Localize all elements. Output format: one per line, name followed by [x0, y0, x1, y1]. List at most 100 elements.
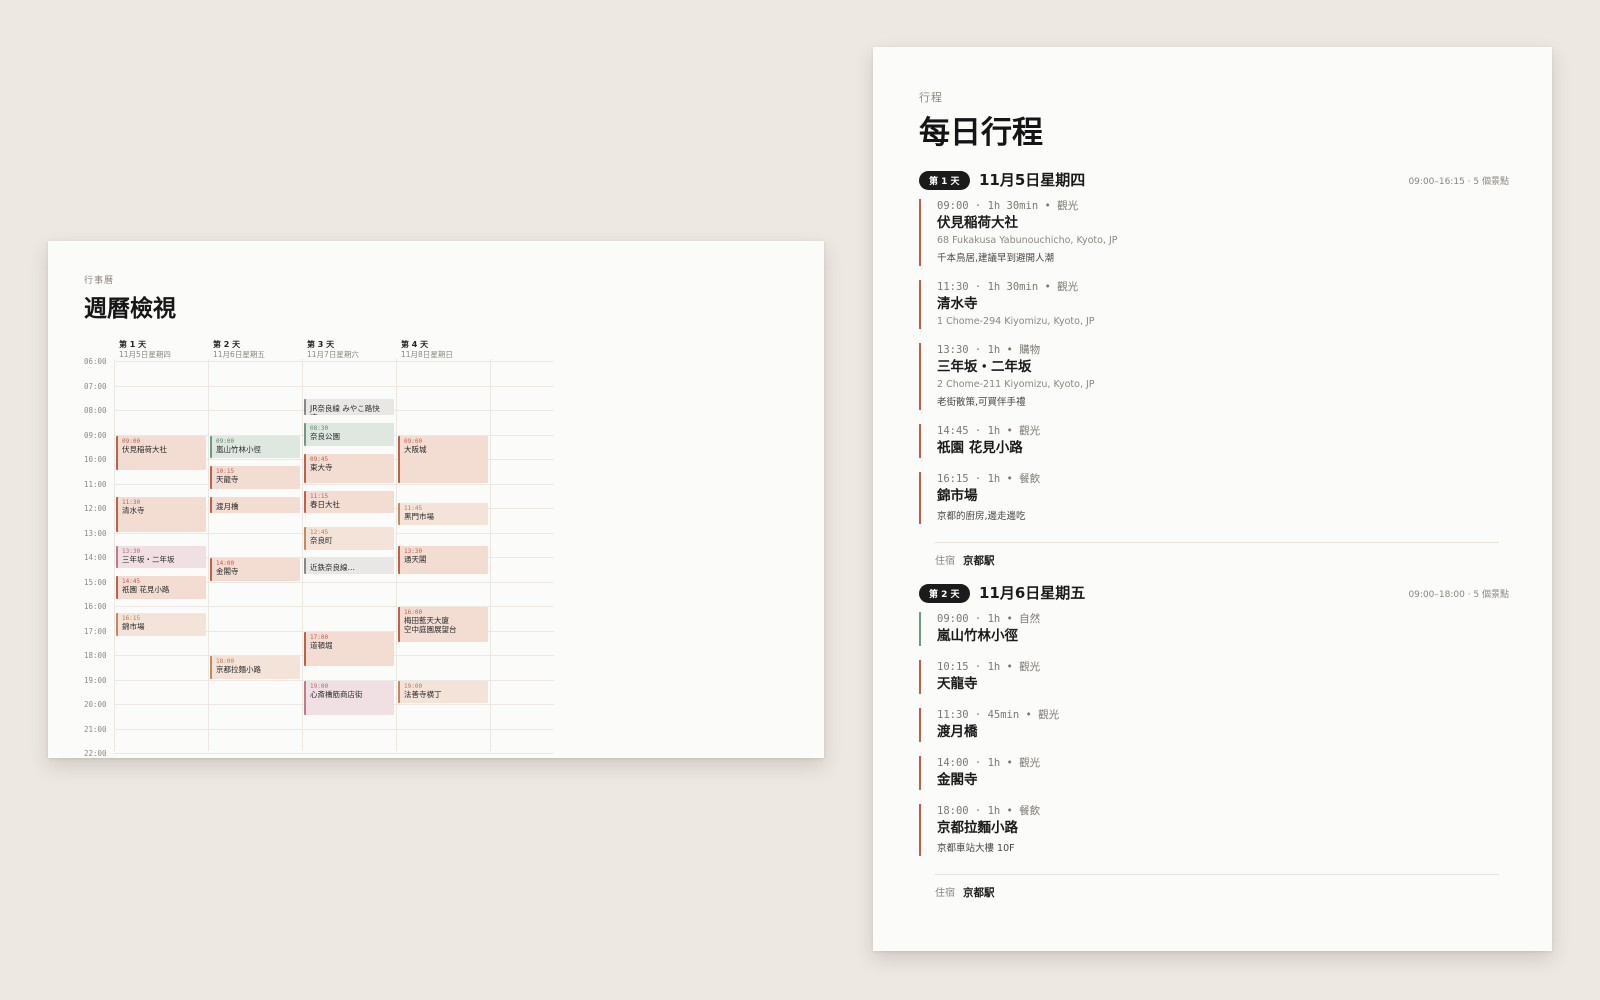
stop-name: 祇園 花見小路: [937, 440, 1023, 456]
event-name: 通天閣: [404, 554, 427, 564]
hour-label: 06:00: [84, 357, 107, 366]
event-name: 錦市場: [122, 622, 145, 632]
calendar-event[interactable]: 09:00 大阪城: [398, 435, 488, 483]
hour-label: 18:00: [84, 651, 107, 660]
calendar-event[interactable]: 16:15 錦市場: [116, 613, 206, 636]
stop-name: 錦市場: [937, 488, 978, 504]
calendar-event[interactable]: 14:00 金閣寺: [210, 558, 300, 581]
hour-label: 14:00: [84, 553, 107, 562]
calendar-event[interactable]: 10:15 天龍寺: [210, 466, 300, 489]
day-header-4[interactable]: 第 4 天 11月8日星期日: [397, 337, 491, 359]
calendar-event[interactable]: JR奈良線 みやこ路快速…: [304, 398, 394, 416]
stop-time-duration: 11:30 · 1h 30min • 觀光: [937, 281, 1079, 293]
itinerary-stop[interactable]: 11:30 · 45min • 觀光 渡月橋: [919, 708, 1499, 742]
stop-name: 清水寺: [937, 296, 978, 312]
calendar-event[interactable]: 19:00 法善寺横丁: [398, 680, 488, 703]
calendar-event[interactable]: 11:30 清水寺: [116, 496, 206, 532]
hour-label: 10:00: [84, 455, 107, 464]
daily-itinerary-card: 行程 每日行程 第 1 天 11月5日星期四 09:00–16:15 · 5 個景點…: [873, 47, 1552, 951]
event-time: 13:30: [122, 547, 141, 555]
event-time: 19:00: [310, 682, 329, 690]
itinerary-stop[interactable]: 09:00 · 1h 30min • 觀光 伏見稲荷大社 68 Fukakusa Y…: [919, 199, 1499, 266]
stop-address: 1 Chome-294 Kiyomizu, Kyoto, JP: [937, 316, 1095, 327]
day-header-2[interactable]: 第 2 天 11月6日星期五: [209, 337, 303, 359]
itinerary-stop[interactable]: 18:00 · 1h • 餐飲 京都拉麵小路 京都車站大樓 10F: [919, 804, 1499, 856]
event-time: 16:00: [404, 609, 423, 616]
accommodation-label: 住宿: [935, 556, 955, 567]
hour-label: 08:00: [84, 406, 107, 415]
itinerary-stop[interactable]: 14:45 · 1h • 觀光 祇園 花見小路: [919, 424, 1499, 458]
day-header-3[interactable]: 第 3 天 11月7日星期六: [303, 337, 397, 359]
event-time: 09:00: [216, 437, 235, 445]
day-header-date: 11月7日星期六: [307, 350, 359, 359]
stop-name: 渡月橋: [937, 724, 978, 740]
itinerary-stop[interactable]: 10:15 · 1h • 觀光 天龍寺: [919, 660, 1499, 694]
stop-time-duration: 09:00 · 1h 30min • 觀光: [937, 200, 1079, 212]
itinerary-stop[interactable]: 11:30 · 1h 30min • 觀光清水寺 1 Chome-294 Kiyo…: [919, 280, 1499, 329]
calendar-event[interactable]: 11:15 春日大社: [304, 490, 394, 514]
hour-label: 19:00: [84, 675, 107, 685]
itinerary-stop[interactable]: 13:30 · 1h • 購物 三年坂・二年坂 2 Chome-211 Kiyomi…: [919, 343, 1499, 410]
calendar-event[interactable]: 近鉄奈良線…: [304, 558, 394, 575]
event-time: 11:30: [122, 498, 141, 506]
weekly-title: 週曆檢視: [84, 295, 176, 322]
stop-name: 天龍寺: [937, 676, 978, 692]
day-section-date: 11月6日星期五: [979, 584, 1086, 602]
event-time: 09:00: [122, 437, 141, 445]
day-header-date: 11月8日星期日: [401, 350, 453, 359]
week-calendar-grid: 第 1 天 11月5日星期四第 2 天 11月6日星期五第 3 天 11月7日星期六第…: [84, 337, 554, 758]
itinerary-stop[interactable]: 09:00 · 1h • 自然 嵐山竹林小徑: [919, 612, 1499, 646]
stop-name: 京都拉麵小路: [937, 820, 1018, 836]
hour-label: 16:00: [84, 602, 107, 611]
hour-label: 22:00: [84, 749, 107, 758]
calendar-event[interactable]: 13:30 三年坂・二年坂: [116, 545, 206, 569]
event-name: 伏見稲荷大社: [122, 444, 167, 454]
calendar-event[interactable]: 09:45 東大寺: [304, 453, 394, 483]
day-section-2: 第 2 天 11月6日星期五 09:00–18:00 · 5 個景點 09:00 · …: [919, 582, 1509, 899]
weekly-eyebrow: 行事曆: [84, 276, 115, 286]
calendar-event[interactable]: 09:00 伏見稲荷大社: [116, 435, 206, 471]
itinerary-stop[interactable]: 16:15 · 1h • 餐飲 錦市場 京都的廚房,邊走邊吃: [919, 472, 1499, 524]
accommodation-row: 住宿 京都駅: [935, 874, 1499, 900]
calendar-event[interactable]: 18:00 京都拉麵小路: [210, 656, 300, 679]
calendar-event[interactable]: 渡月橋: [210, 496, 300, 514]
event-name: 清水寺: [122, 505, 145, 515]
calendar-event[interactable]: 14:45 祇園 花見小路: [116, 576, 206, 599]
event-name: 天龍寺: [216, 475, 239, 485]
event-name: 法善寺横丁: [404, 689, 442, 699]
calendar-event[interactable]: 11:45 黑門市場: [398, 502, 488, 526]
event-name: 三年坂・二年坂: [122, 554, 175, 564]
itinerary-stop[interactable]: 14:00 · 1h • 觀光 金閣寺: [919, 756, 1499, 790]
calendar-event[interactable]: 16:00 梅田藍天大廈 空中庭園展望台: [398, 607, 488, 642]
event-name: JR奈良線 みやこ路快速…: [310, 403, 380, 415]
event-name: 梅田藍天大廈 空中庭園展望台: [404, 616, 457, 634]
stop-address: 68 Fukakusa Yabunouchicho, Kyoto, JP: [937, 235, 1118, 246]
stop-time-duration: 13:30 · 1h • 購物: [937, 344, 1041, 356]
hour-label: 20:00: [84, 700, 107, 709]
stop-name: 金閣寺: [937, 772, 978, 788]
day-header-1[interactable]: 第 1 天 11月5日星期四: [115, 337, 209, 359]
stop-note: 千本鳥居,建議早到避開人潮: [937, 253, 1055, 264]
hour-label: 17:00: [84, 626, 107, 636]
hour-gridline: [114, 361, 554, 362]
day-column-divider: [208, 359, 209, 751]
calendar-event[interactable]: 12:45 奈良町: [304, 527, 394, 550]
calendar-event[interactable]: 08:30 奈良公園: [304, 423, 394, 446]
hour-label: 12:00: [84, 504, 107, 513]
event-name: 心斎橋筋商店街: [310, 689, 363, 699]
day-header-date: 11月6日星期五: [213, 350, 265, 359]
hour-gridline: [114, 753, 554, 754]
event-name: 金閣寺: [216, 567, 239, 576]
event-name: 京都拉麵小路: [216, 665, 261, 674]
calendar-event[interactable]: 17:00 道頓堀: [304, 631, 394, 667]
stop-note: 京都車站大樓 10F: [937, 843, 1015, 854]
day-section-1: 第 1 天 11月5日星期四 09:00–16:15 · 5 個景點 09:00 · …: [919, 169, 1509, 567]
event-name: 奈良町: [310, 536, 333, 546]
calendar-event[interactable]: 13:30 通天閣: [398, 545, 488, 575]
calendar-event[interactable]: 19:00 心斎橋筋商店街: [304, 680, 394, 716]
day-section-summary: 09:00–18:00 · 5 個景點: [1408, 590, 1509, 600]
stop-address: 2 Chome-211 Kiyomizu, Kyoto, JP: [937, 379, 1095, 390]
calendar-event[interactable]: 09:00 嵐山竹林小徑: [210, 435, 300, 458]
day-section-date: 11月5日星期四: [979, 171, 1086, 189]
event-time: 09:45: [310, 455, 329, 463]
